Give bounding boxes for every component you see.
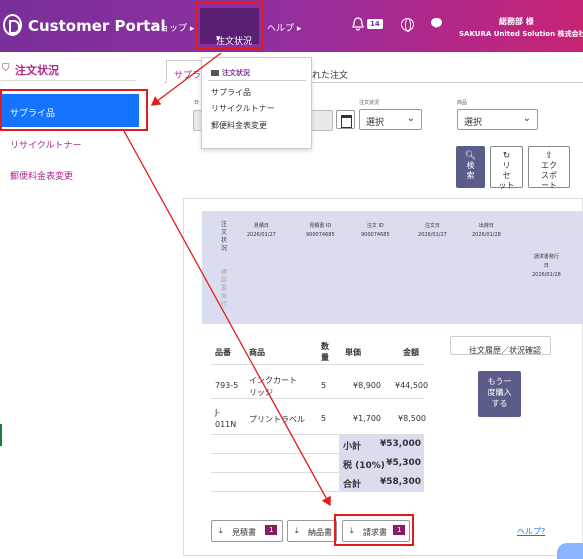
- table-divider: [211, 453, 424, 454]
- date-filter-label: 日: [194, 100, 200, 106]
- invoice-date-cell: 請求書発行日 2026/01/28: [532, 254, 561, 278]
- col-amount: 金額: [403, 348, 419, 357]
- row2-product: プリントラベル: [249, 415, 305, 424]
- table-divider: [211, 398, 424, 399]
- row2-code-line2: 011N: [215, 420, 237, 429]
- quote-doc-button[interactable]: ⤓ 見積書 1: [211, 520, 283, 542]
- notification-count-badge: 14: [367, 19, 383, 29]
- table-divider: [211, 434, 424, 435]
- subtotal-label: 小計: [343, 442, 362, 452]
- quote-date-cell: 見積日 2026/01/27: [247, 223, 276, 238]
- table-divider: [211, 364, 424, 365]
- rebuy-button[interactable]: もう一 度購入 する: [478, 371, 521, 417]
- sidebar-item-recycled-toner[interactable]: リサイクルトナー: [10, 138, 82, 151]
- chevron-down-icon[interactable]: ⌄: [565, 27, 573, 38]
- download-icon: ⤓: [295, 526, 299, 535]
- dropdown-divider: [208, 80, 306, 81]
- col-product: 商品: [249, 348, 265, 357]
- calendar-icon[interactable]: [336, 110, 355, 129]
- tax-value: ¥5,300: [386, 458, 421, 468]
- brand-title[interactable]: Customer Portal: [28, 17, 166, 35]
- order-tag-icon: ⛉: [2, 63, 10, 74]
- dropdown-item-supplies[interactable]: サプライ品: [211, 87, 251, 98]
- total-value: ¥58,300: [380, 477, 421, 487]
- table-divider: [211, 491, 424, 492]
- reset-button[interactable]: ↻ リ セ ット: [490, 146, 523, 190]
- list-icon: [211, 70, 219, 76]
- order-id-cell: 注文 ID 900074685: [361, 223, 390, 238]
- row2-code-line1: J-: [215, 408, 220, 417]
- status-select[interactable]: 選択 ⌄: [359, 109, 422, 130]
- order-status-vertical-label: 注文状況: [221, 221, 228, 252]
- order-history-button[interactable]: 注文履歴／状況確認 ›: [450, 336, 551, 355]
- row1-code: 793-5: [215, 381, 239, 390]
- refresh-icon: ↻: [502, 151, 511, 161]
- sidebar-title: 注文状況: [15, 64, 59, 77]
- table-divider: [211, 472, 424, 473]
- subtotal-value: ¥53,000: [380, 439, 421, 449]
- user-name[interactable]: 総務部 様: [499, 16, 534, 27]
- sidebar-item-postage-change[interactable]: 郵便料金表変更: [10, 169, 73, 182]
- col-qty: 数量: [321, 342, 329, 362]
- row2-qty: 5: [321, 414, 327, 423]
- portal-logo-icon[interactable]: [3, 14, 22, 36]
- chevron-down-icon: ⌄: [522, 113, 531, 124]
- top-header: Customer Portal ショップ ▸ 注文状況 ▾ ヘルプ ▸ 14 総…: [0, 0, 583, 52]
- dropdown-item-postage-change[interactable]: 郵便料金表変更: [211, 120, 267, 131]
- annotation-box-nav: [195, 2, 263, 50]
- export-button[interactable]: ⇧ エク スポ ート: [528, 146, 570, 190]
- row1-qty: 5: [321, 381, 327, 390]
- product-select[interactable]: 選択 ⌄: [457, 109, 538, 130]
- quote-doc-count: 1: [265, 525, 278, 535]
- delivery-doc-button[interactable]: ⤓ 納品書: [287, 520, 337, 542]
- ship-date-cell: 出荷日 2026/01/28: [472, 223, 501, 238]
- globe-icon[interactable]: [401, 18, 414, 32]
- dropdown-title: 注文状況: [211, 68, 250, 78]
- search-button[interactable]: 🔍︎ 検 索: [456, 146, 485, 188]
- chat-widget-tab[interactable]: [557, 543, 583, 559]
- tab-ordered[interactable]: れた注文: [312, 68, 348, 81]
- chevron-right-icon: ▸: [296, 24, 302, 34]
- help-link[interactable]: ヘルプ?: [517, 526, 545, 537]
- tax-label: 税 (10%): [343, 461, 385, 471]
- row1-amount: ¥44,500: [395, 381, 429, 390]
- order-date-cell: 注文日 2026/01/27: [418, 223, 447, 238]
- annotation-box-sidebar: [0, 89, 148, 131]
- chevron-down-icon: ⌄: [406, 113, 415, 124]
- sidebar-divider: [0, 80, 136, 81]
- download-icon: ⤓: [219, 526, 223, 535]
- col-unit-price: 単価: [345, 348, 361, 357]
- order-status-vertical-faint: 確認要発行: [221, 269, 228, 308]
- order-status-dropdown: 注文状況 サプライ品 リサイクルトナー 郵便料金表変更: [201, 57, 312, 149]
- row2-unit-price: ¥1,700: [353, 414, 381, 423]
- row1-product: インクカートリッジ: [249, 376, 297, 397]
- edge-marker: [0, 424, 2, 446]
- chevron-right-icon: ›: [469, 345, 473, 354]
- dropdown-item-recycled-toner[interactable]: リサイクルトナー: [211, 103, 275, 114]
- search-icon: 🔍︎: [464, 151, 477, 161]
- chat-icon[interactable]: [431, 18, 442, 28]
- chevron-right-icon: ▸: [189, 24, 195, 34]
- total-label: 合計: [343, 480, 362, 490]
- tab-supplies[interactable]: サプラ: [166, 60, 202, 83]
- status-filter-label: 注文状況: [359, 100, 380, 106]
- export-icon: ⇧: [545, 151, 553, 161]
- nav-shop[interactable]: ショップ ▸: [151, 21, 194, 34]
- product-filter-label: 商品: [457, 100, 468, 106]
- annotation-box-invoice: [334, 514, 414, 546]
- row1-unit-price: ¥8,900: [353, 381, 381, 390]
- row2-amount: ¥8,500: [398, 414, 426, 423]
- bell-icon[interactable]: [352, 17, 364, 31]
- col-code: 品番: [215, 348, 231, 357]
- nav-help[interactable]: ヘルプ ▸: [267, 21, 301, 34]
- quote-id-cell: 見積書 ID 900074685: [306, 223, 335, 238]
